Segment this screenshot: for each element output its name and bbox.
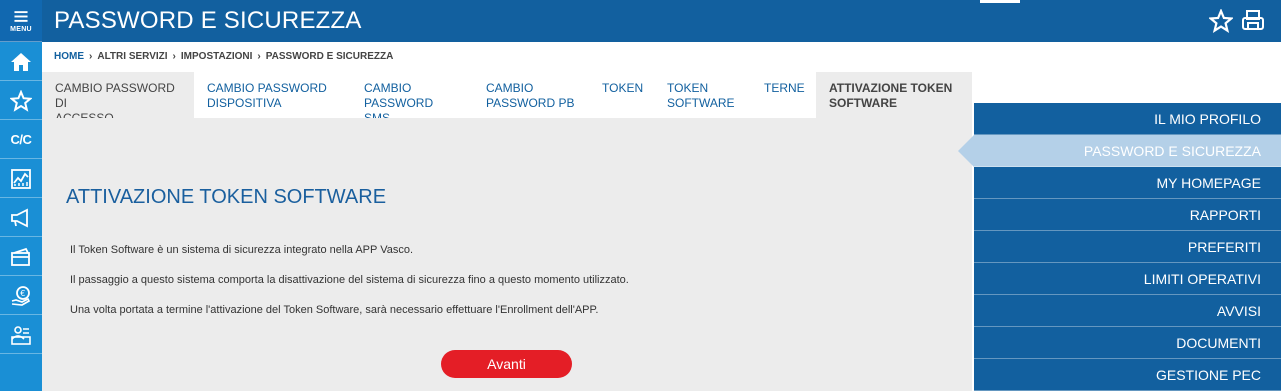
right-menu: IL MIO PROFILO PASSWORD E SICUREZZA MY H… — [958, 103, 1281, 391]
euro-hand-icon: € — [11, 285, 31, 306]
tab-label: TOKEN — [602, 81, 644, 95]
chart-button[interactable] — [0, 160, 42, 198]
tab-bar: CAMBIO PASSWORD DI ACCESSO CAMBIO PASSWO… — [42, 72, 972, 125]
tab-token-software[interactable]: TOKEN SOFTWARE — [654, 72, 751, 118]
tab-label: CAMBIO — [486, 81, 534, 95]
tab-label: CAMBIO PASSWORD DI — [55, 81, 175, 110]
menu-item-password-e-sicurezza[interactable]: PASSWORD E SICUREZZA — [958, 135, 1281, 167]
home-icon — [11, 52, 31, 71]
tab-terne[interactable]: TERNE — [751, 72, 816, 118]
tab-cambio-password-sms[interactable]: CAMBIO PASSWORD SMS — [351, 72, 473, 125]
tab-label: ATTIVAZIONE TOKEN — [829, 81, 953, 95]
cards-button[interactable] — [0, 238, 42, 276]
info-paragraph: Il Token Software è un sistema di sicure… — [70, 244, 414, 256]
info-paragraph: Una volta portata a termine l'attivazion… — [70, 304, 599, 316]
page-title: PASSWORD E SICUREZZA — [54, 7, 362, 34]
avanti-button[interactable]: Avanti — [441, 350, 572, 378]
star-icon[interactable] — [1209, 9, 1233, 33]
tab-label: SOFTWARE — [667, 96, 735, 110]
tab-label: CAMBIO PASSWORD — [207, 81, 327, 95]
page: MENU C/C € PASSWORD E SICUREZZA HOME › A… — [0, 0, 1281, 391]
profile-list-button[interactable] — [0, 316, 42, 354]
page-header: PASSWORD E SICUREZZA — [42, 0, 1281, 42]
tab-cambio-password-pb[interactable]: CAMBIO PASSWORD PB — [473, 72, 589, 118]
announcements-button[interactable] — [0, 199, 42, 237]
tab-label: SOFTWARE — [829, 96, 897, 110]
star-icon — [10, 89, 32, 112]
cc-button[interactable]: C/C — [0, 121, 42, 159]
print-icon[interactable] — [1241, 9, 1265, 33]
section-title: ATTIVAZIONE TOKEN SOFTWARE — [66, 186, 387, 208]
breadcrumb-home[interactable]: HOME — [54, 51, 84, 62]
cc-icon: C/C — [10, 132, 32, 147]
header-divider — [980, 0, 1020, 3]
tab-attivazione-token-software[interactable]: ATTIVAZIONE TOKEN SOFTWARE — [816, 72, 972, 118]
menu-item-il-mio-profilo[interactable]: IL MIO PROFILO — [974, 103, 1281, 135]
menu-item-documenti[interactable]: DOCUMENTI — [974, 327, 1281, 359]
breadcrumb-current: PASSWORD E SICUREZZA — [265, 51, 394, 62]
menu-item-rapporti[interactable]: RAPPORTI — [974, 199, 1281, 231]
chart-icon — [11, 168, 31, 189]
breadcrumb-impostazioni[interactable]: IMPOSTAZIONI — [181, 51, 252, 62]
svg-text:€: € — [20, 289, 25, 298]
tab-token[interactable]: TOKEN — [589, 72, 654, 118]
menu-button[interactable]: MENU — [0, 0, 42, 42]
megaphone-icon — [11, 208, 28, 227]
tab-label: TERNE — [764, 81, 805, 95]
favorites-button[interactable] — [0, 82, 42, 120]
menu-item-limiti-operativi[interactable]: LIMITI OPERATIVI — [974, 263, 1281, 295]
menu-item-avvisi[interactable]: AVVISI — [974, 295, 1281, 327]
tab-cambio-password-dispositiva[interactable]: CAMBIO PASSWORD DISPOSITIVA — [194, 72, 351, 118]
breadcrumb-separator: › — [89, 51, 93, 62]
breadcrumb-separator: › — [172, 51, 176, 62]
person-list-icon — [11, 325, 31, 345]
finance-button[interactable]: € — [0, 277, 42, 315]
menu-icon — [14, 10, 28, 22]
left-rail: MENU C/C € — [0, 0, 42, 391]
menu-label: MENU — [10, 25, 32, 33]
info-paragraph: Il passaggio a questo sistema comporta l… — [70, 274, 629, 286]
menu-item-my-homepage[interactable]: MY HOMEPAGE — [974, 167, 1281, 199]
tab-label: TOKEN — [667, 81, 709, 95]
tab-cambio-password-accesso[interactable]: CAMBIO PASSWORD DI ACCESSO — [42, 72, 194, 125]
tab-label: DISPOSITIVA — [207, 96, 282, 110]
home-button[interactable] — [0, 43, 42, 81]
tab-label: CAMBIO — [364, 81, 412, 95]
breadcrumb-separator: › — [257, 51, 261, 62]
tab-label: PASSWORD PB — [486, 96, 575, 110]
content-panel: ATTIVAZIONE TOKEN SOFTWARE Il Token Soft… — [42, 118, 972, 391]
cards-icon — [11, 247, 30, 266]
menu-item-preferiti[interactable]: PREFERITI — [974, 231, 1281, 263]
breadcrumb-altri-servizi[interactable]: ALTRI SERVIZI — [97, 51, 167, 62]
breadcrumb: HOME › ALTRI SERVIZI › IMPOSTAZIONI › PA… — [54, 51, 393, 62]
menu-item-gestione-pec[interactable]: GESTIONE PEC — [974, 359, 1281, 391]
